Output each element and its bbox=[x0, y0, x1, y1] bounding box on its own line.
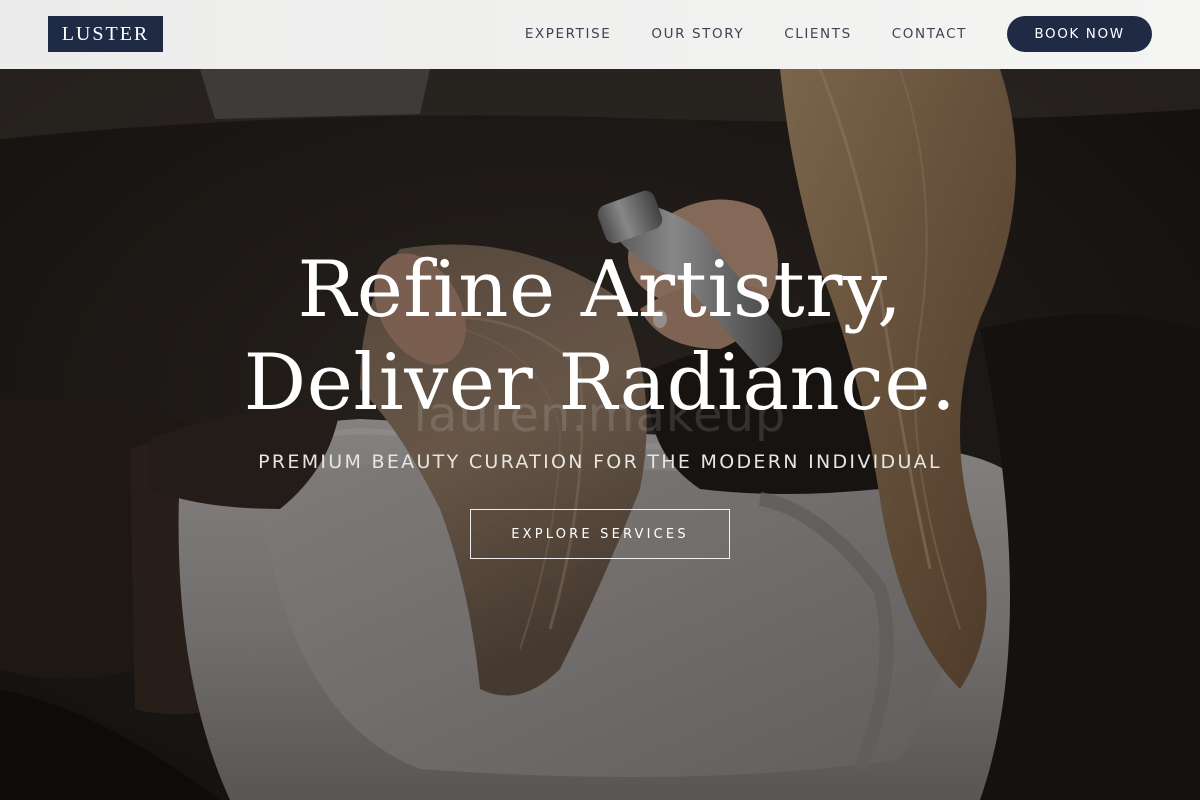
site-header: LUSTER EXPERTISE OUR STORY CLIENTS CONTA… bbox=[0, 0, 1200, 69]
hero-heading: Refine Artistry, Deliver Radiance. bbox=[0, 244, 1200, 430]
hero-section: lauren.makeup Refine Artistry, Deliver R… bbox=[0, 69, 1200, 800]
hero-heading-line-2: Deliver Radiance. bbox=[243, 338, 957, 428]
nav-link-our-story[interactable]: OUR STORY bbox=[651, 26, 744, 42]
hero-subtitle: PREMIUM BEAUTY CURATION FOR THE MODERN I… bbox=[258, 451, 942, 473]
hero-heading-line-1: Refine Artistry, bbox=[297, 245, 903, 335]
brand-logo[interactable]: LUSTER bbox=[48, 16, 163, 52]
nav-link-clients[interactable]: CLIENTS bbox=[784, 26, 852, 42]
book-now-button[interactable]: BOOK NOW bbox=[1007, 16, 1152, 52]
nav-link-expertise[interactable]: EXPERTISE bbox=[525, 26, 612, 42]
nav-link-contact[interactable]: CONTACT bbox=[892, 26, 967, 42]
explore-services-button[interactable]: EXPLORE SERVICES bbox=[470, 509, 730, 559]
page: LUSTER EXPERTISE OUR STORY CLIENTS CONTA… bbox=[0, 0, 1200, 800]
main-nav: EXPERTISE OUR STORY CLIENTS CONTACT BOOK… bbox=[525, 16, 1152, 52]
